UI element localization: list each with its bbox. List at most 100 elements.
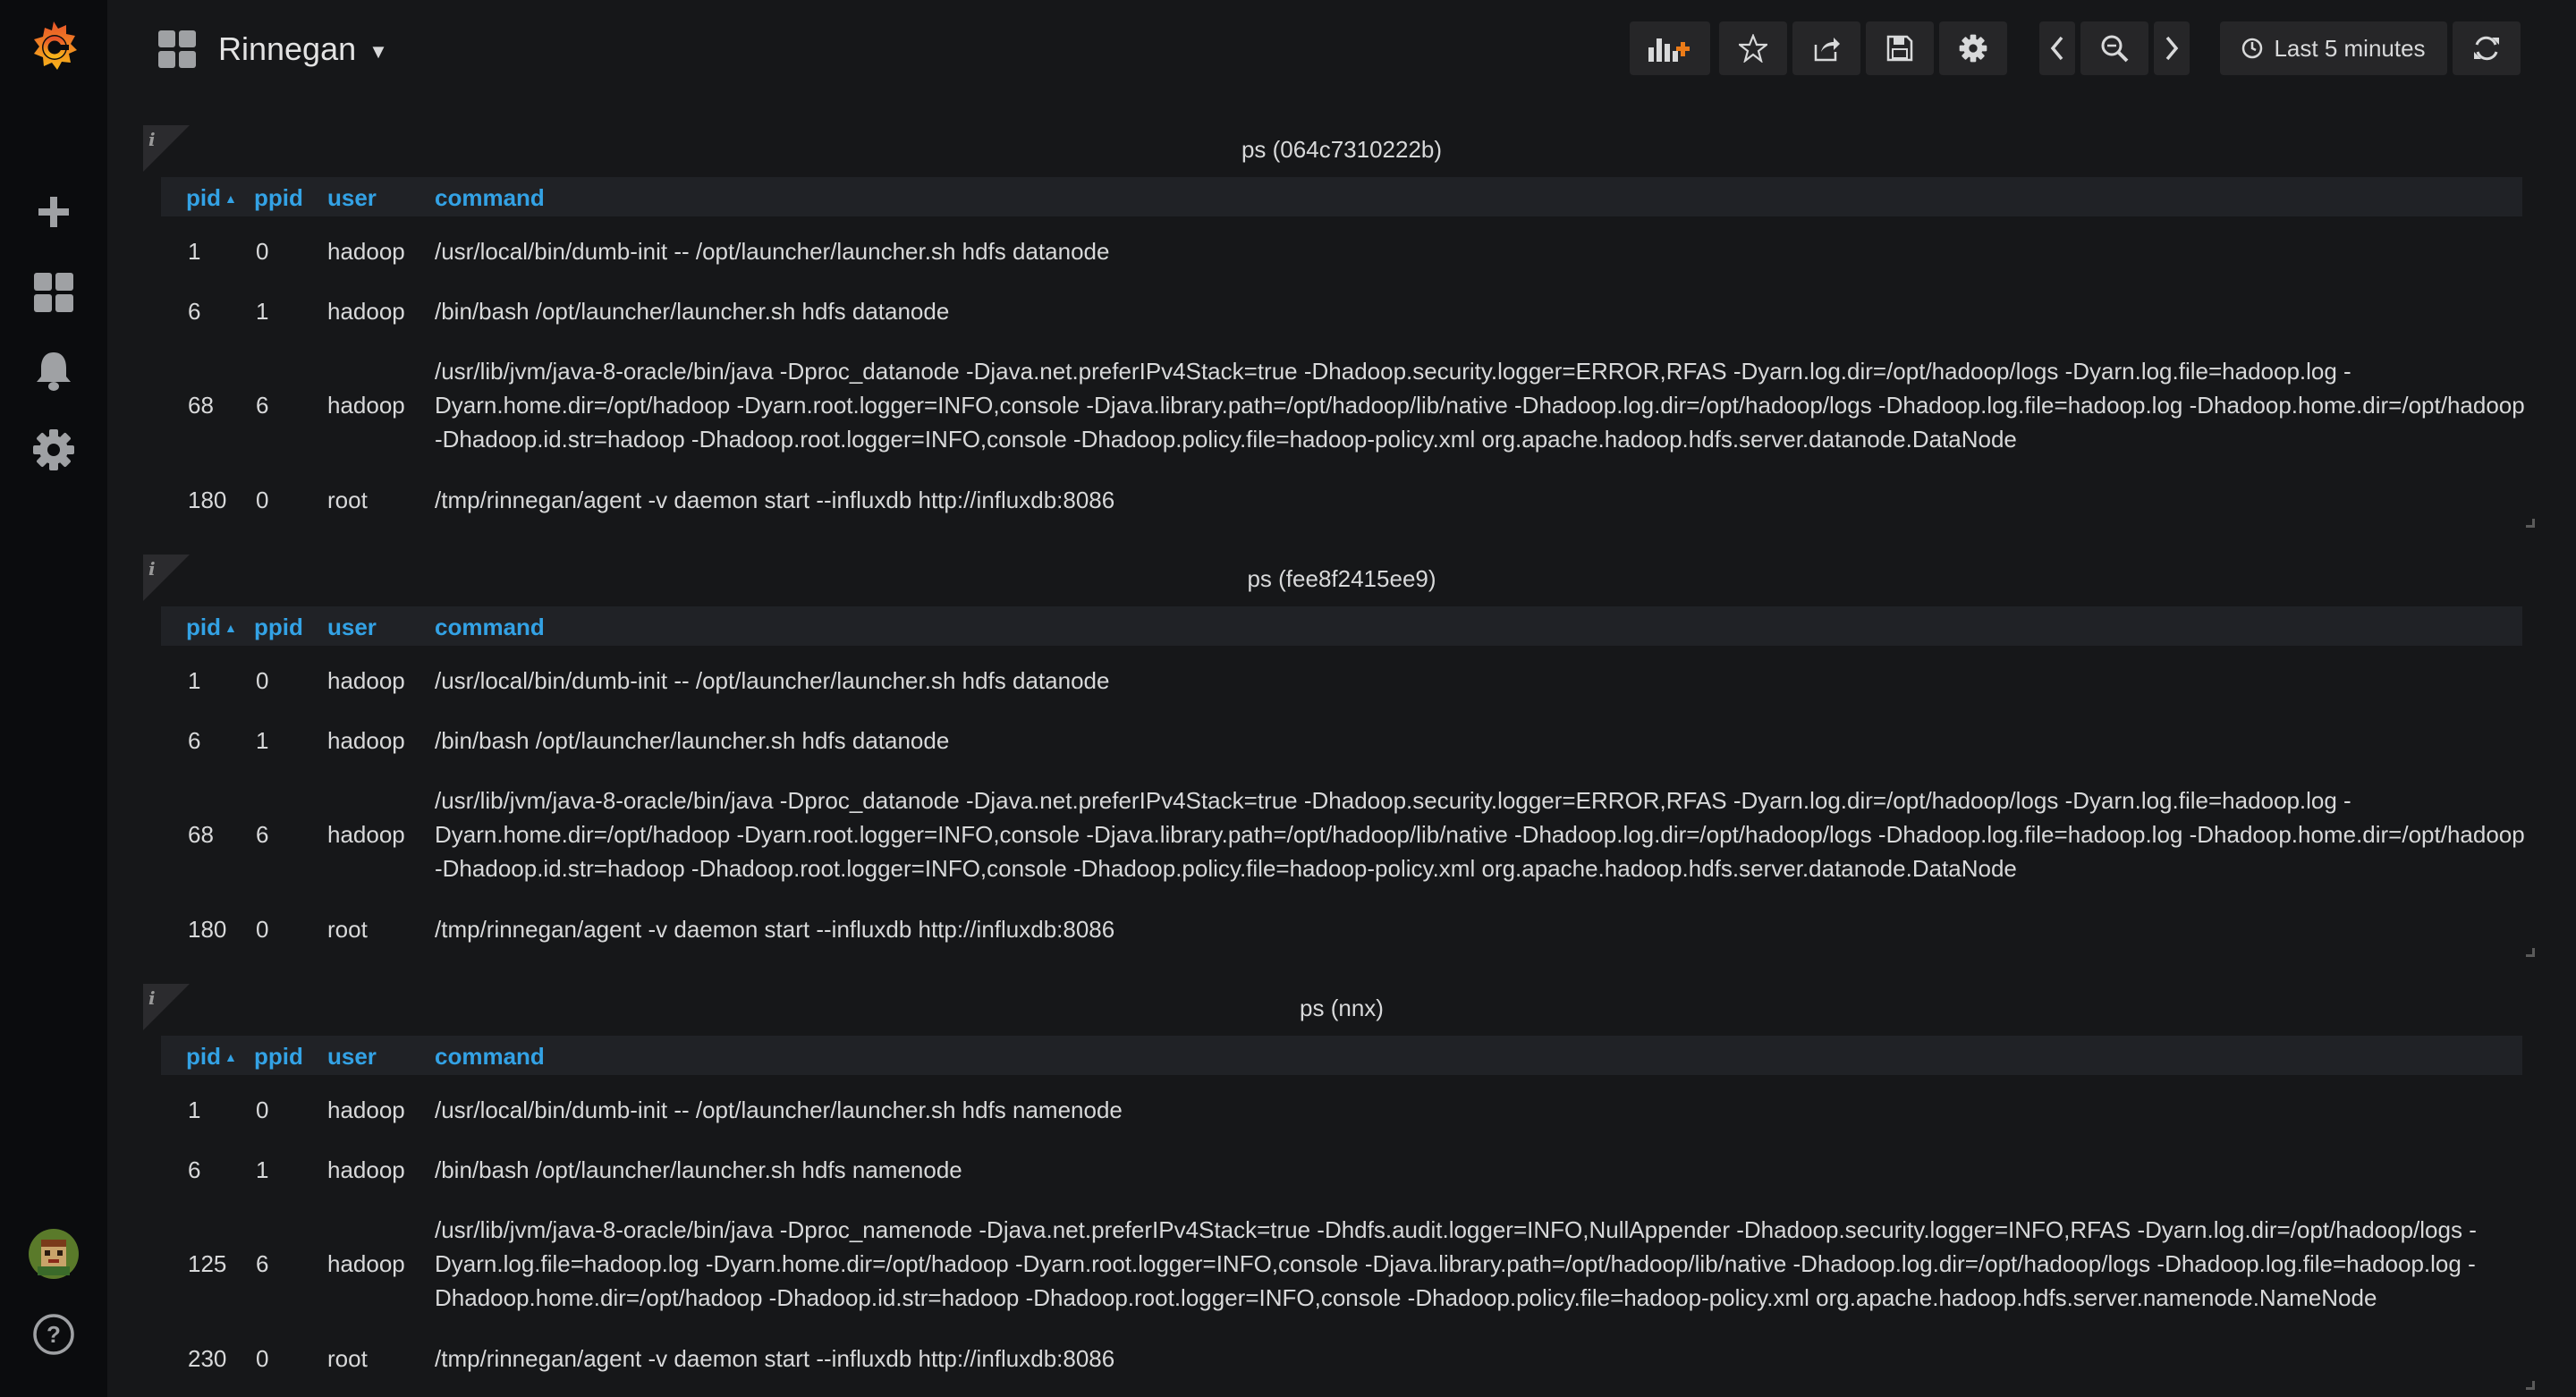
cell-ppid: 0 xyxy=(256,1345,269,1372)
column-header-command[interactable]: command xyxy=(435,1043,545,1071)
create-plus-icon[interactable] xyxy=(0,190,107,234)
time-range-label: Last 5 minutes xyxy=(2274,34,2426,62)
panel-title[interactable]: ps (064c7310222b) xyxy=(143,136,2540,164)
cell-ppid: 6 xyxy=(256,392,269,419)
add-panel-button[interactable] xyxy=(1630,21,1710,75)
cell-command: /bin/bash /opt/launcher/launcher.sh hdfs… xyxy=(435,1156,962,1183)
cell-command: /usr/lib/jvm/java-8-oracle/bin/java -Dpr… xyxy=(435,1216,2477,1311)
sort-asc-icon: ▲ xyxy=(225,191,237,206)
cell-pid: 1 xyxy=(188,1096,201,1123)
zoom-out-icon xyxy=(2101,35,2129,63)
zoom-out-button[interactable] xyxy=(2080,21,2148,75)
cell-user: hadoop xyxy=(327,1156,405,1183)
sort-asc-icon: ▲ xyxy=(225,621,237,635)
cell-ppid: 0 xyxy=(256,238,269,265)
gear-icon xyxy=(1959,34,1987,63)
column-header-pid[interactable]: pid ▲ xyxy=(186,1043,237,1071)
star-dashboard-button[interactable] xyxy=(1719,21,1787,75)
panel-title[interactable]: ps (nnx) xyxy=(143,995,2540,1022)
cell-pid: 68 xyxy=(188,821,214,848)
chevron-left-icon xyxy=(2050,36,2063,61)
column-header-command[interactable]: command xyxy=(435,184,545,212)
sort-asc-icon: ▲ xyxy=(225,1050,237,1064)
cell-pid: 6 xyxy=(188,298,201,325)
cell-pid: 6 xyxy=(188,727,201,754)
refresh-icon xyxy=(2474,36,2499,61)
cell-command: /usr/lib/jvm/java-8-oracle/bin/java -Dpr… xyxy=(435,358,2525,453)
cell-command: /tmp/rinnegan/agent -v daemon start --in… xyxy=(435,1345,1115,1372)
cell-pid: 6 xyxy=(188,1156,201,1183)
cell-ppid: 1 xyxy=(256,298,269,325)
panel-title[interactable]: ps (fee8f2415ee9) xyxy=(143,565,2540,593)
panel-ps-2: i ps (fee8f2415ee9) pid ▲ ppid user comma… xyxy=(143,555,2535,966)
panel-resize-handle[interactable] xyxy=(2526,1381,2535,1390)
time-forward-button[interactable] xyxy=(2154,21,2190,75)
column-header-ppid[interactable]: ppid xyxy=(254,184,303,212)
help-question-icon[interactable]: ? xyxy=(0,1309,107,1359)
cell-ppid: 0 xyxy=(256,916,269,943)
cell-command: /tmp/rinnegan/agent -v daemon start --in… xyxy=(435,916,1115,943)
table-header: pid ▲ ppid user command xyxy=(161,606,2522,646)
chevron-right-icon xyxy=(2165,36,2179,61)
column-header-command[interactable]: command xyxy=(435,614,545,641)
cell-user: hadoop xyxy=(327,392,405,419)
dashboard-grid-icon xyxy=(158,30,196,68)
table-header: pid ▲ ppid user command xyxy=(161,1036,2522,1075)
top-navbar: Rinnegan ▼ Last 5 minutes xyxy=(107,0,2576,98)
user-avatar[interactable] xyxy=(0,1229,107,1279)
grafana-logo-icon[interactable] xyxy=(0,16,107,79)
cell-pid: 125 xyxy=(188,1250,227,1277)
cell-pid: 68 xyxy=(188,392,214,419)
cell-ppid: 0 xyxy=(256,487,269,513)
refresh-button[interactable] xyxy=(2453,21,2521,75)
share-icon xyxy=(1814,38,1840,62)
share-dashboard-button[interactable] xyxy=(1792,21,1860,75)
cell-user: root xyxy=(327,916,368,943)
cell-pid: 1 xyxy=(188,238,201,265)
column-header-pid[interactable]: pid ▲ xyxy=(186,184,237,212)
cell-command: /bin/bash /opt/launcher/launcher.sh hdfs… xyxy=(435,298,950,325)
column-header-label: pid xyxy=(186,614,221,640)
chevron-down-icon: ▼ xyxy=(369,40,388,63)
cell-ppid: 0 xyxy=(256,667,269,694)
cell-user: hadoop xyxy=(327,667,405,694)
column-header-user[interactable]: user xyxy=(327,1043,377,1071)
cell-ppid: 6 xyxy=(256,1250,269,1277)
column-header-label: pid xyxy=(186,184,221,211)
dashboard-settings-button[interactable] xyxy=(1939,21,2007,75)
time-range-picker[interactable]: Last 5 minutes xyxy=(2220,21,2447,75)
cell-pid: 180 xyxy=(188,487,227,513)
panel-ps-1: i ps (064c7310222b) pid ▲ ppid user comma… xyxy=(143,125,2535,537)
cell-ppid: 0 xyxy=(256,1096,269,1123)
svg-text:?: ? xyxy=(47,1321,61,1348)
cell-user: hadoop xyxy=(327,1250,405,1277)
cell-pid: 180 xyxy=(188,916,227,943)
column-header-user[interactable]: user xyxy=(327,184,377,212)
dashboard-picker[interactable]: Rinnegan ▼ xyxy=(157,18,388,80)
cell-ppid: 6 xyxy=(256,821,269,848)
cell-user: hadoop xyxy=(327,298,405,325)
panel-resize-handle[interactable] xyxy=(2526,519,2535,528)
column-header-pid[interactable]: pid ▲ xyxy=(186,614,237,641)
sidebar: ? xyxy=(0,0,107,1397)
cell-ppid: 1 xyxy=(256,727,269,754)
save-dashboard-button[interactable] xyxy=(1866,21,1934,75)
cell-user: hadoop xyxy=(327,238,405,265)
cell-pid: 1 xyxy=(188,667,201,694)
alerting-bell-icon[interactable] xyxy=(0,349,107,394)
table-header: pid ▲ ppid user command xyxy=(161,177,2522,216)
column-header-ppid[interactable]: ppid xyxy=(254,614,303,641)
column-header-user[interactable]: user xyxy=(327,614,377,641)
dashboard-title: Rinnegan xyxy=(218,30,357,67)
clock-icon xyxy=(2242,38,2263,59)
cell-user: hadoop xyxy=(327,727,405,754)
cell-command: /usr/lib/jvm/java-8-oracle/bin/java -Dpr… xyxy=(435,787,2525,882)
dashboards-grid-icon[interactable] xyxy=(0,270,107,315)
save-icon xyxy=(1886,35,1913,62)
cell-command: /usr/local/bin/dumb-init -- /opt/launche… xyxy=(435,238,1110,265)
panel-resize-handle[interactable] xyxy=(2526,948,2535,957)
column-header-ppid[interactable]: ppid xyxy=(254,1043,303,1071)
cell-user: root xyxy=(327,487,368,513)
time-back-button[interactable] xyxy=(2039,21,2075,75)
configuration-gear-icon[interactable] xyxy=(0,428,107,472)
